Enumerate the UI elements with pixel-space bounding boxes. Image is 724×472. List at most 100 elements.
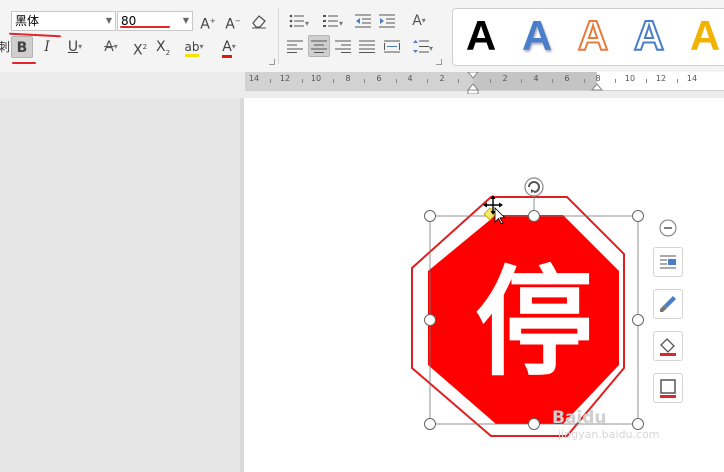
shape-outline-button[interactable] xyxy=(653,373,683,403)
grow-font-icon: A xyxy=(200,16,210,33)
chevron-down-icon[interactable]: ▼ xyxy=(106,12,112,30)
highlight-button[interactable]: ab▾ xyxy=(178,36,210,58)
line-spacing-icon xyxy=(412,40,429,53)
collapse-icon[interactable] xyxy=(658,218,678,238)
resize-handle-ne[interactable] xyxy=(632,210,644,222)
style-brush-button[interactable] xyxy=(653,289,683,319)
font-color-label: A xyxy=(222,39,232,58)
side-label: 刺 xyxy=(0,40,11,54)
font-size-select[interactable]: 80 ▼ xyxy=(117,11,193,31)
style-brush-icon xyxy=(660,296,676,312)
style-blue[interactable]: A xyxy=(515,12,559,60)
font-color-button[interactable]: A▾ xyxy=(214,36,244,58)
indent-marker-icon[interactable] xyxy=(467,72,479,94)
numbered-list-button[interactable]: ▾ xyxy=(318,10,348,32)
ruler-tick xyxy=(427,79,428,83)
ruler-tick xyxy=(333,79,334,83)
font-dialog-launcher[interactable] xyxy=(269,59,275,65)
italic-label: I xyxy=(44,39,50,55)
bold-button[interactable]: B xyxy=(11,36,33,58)
resize-handle-nw[interactable] xyxy=(424,210,436,222)
ruler-tick xyxy=(615,79,616,83)
font-name-value: 黑体 xyxy=(15,14,40,28)
ruler-number: 8 xyxy=(345,74,351,83)
wrap-text-button[interactable] xyxy=(653,247,683,277)
ribbon-toolbar: 黑体 ▼ 80 ▼ A+ A− 刺 B I U▾ A▾ X2 X2 ab▾ A▾ xyxy=(0,0,724,73)
decrease-indent-button[interactable] xyxy=(352,10,374,32)
resize-handle-s[interactable] xyxy=(528,418,540,430)
ruler-tick xyxy=(396,79,397,83)
resize-handle-n[interactable] xyxy=(528,210,540,222)
stop-sign-shape[interactable]: 停 xyxy=(400,172,656,446)
wrap-text-icon xyxy=(660,255,676,269)
rotate-handle-icon[interactable] xyxy=(524,177,544,197)
clear-format-button[interactable] xyxy=(248,10,270,32)
shrink-font-button[interactable]: A− xyxy=(222,10,244,33)
resize-handle-e[interactable] xyxy=(632,314,644,326)
chevron-down-icon[interactable]: ▼ xyxy=(183,12,189,30)
line-spacing-button[interactable]: ▾ xyxy=(408,35,438,57)
grow-font-button[interactable]: A+ xyxy=(197,10,219,33)
shape-fill-icon xyxy=(660,338,676,356)
ruler-tick xyxy=(521,79,522,83)
distribute-button[interactable] xyxy=(381,35,403,57)
ruler-number: 4 xyxy=(407,74,413,83)
ruler-number: 12 xyxy=(655,74,667,83)
style-blue-outline[interactable]: A xyxy=(627,11,671,60)
ruler-tick xyxy=(552,79,553,83)
annotation-underline xyxy=(120,26,170,28)
align-right-button[interactable] xyxy=(332,35,354,57)
ruler-number: 2 xyxy=(439,74,445,83)
ruler-number: 6 xyxy=(564,74,570,83)
font-name-select[interactable]: 黑体 ▼ xyxy=(11,11,116,31)
underline-label: U xyxy=(67,39,79,55)
align-center-icon xyxy=(311,40,327,53)
strikethrough-label: A xyxy=(104,39,114,55)
decrease-indent-icon xyxy=(355,14,371,28)
italic-button[interactable]: I xyxy=(36,36,58,58)
text-direction-button[interactable]: A▾ xyxy=(403,10,435,32)
superscript-label: X xyxy=(132,42,143,59)
bullet-list-icon xyxy=(289,14,304,28)
right-indent-marker-icon[interactable] xyxy=(591,82,603,91)
ruler-number: 14 xyxy=(686,74,698,83)
style-orange-outline[interactable]: A xyxy=(571,11,615,60)
shape-fill-button[interactable] xyxy=(653,331,683,361)
annotation-bold-underline xyxy=(12,62,36,64)
ruler-tick xyxy=(646,79,647,83)
justify-button[interactable] xyxy=(356,35,378,57)
ruler-tick xyxy=(364,79,365,83)
clear-format-icon xyxy=(252,15,266,29)
ribbon-divider xyxy=(278,8,279,64)
ruler-number: 2 xyxy=(502,74,508,83)
horizontal-ruler[interactable]: 14 12 10 8 6 4 2 2 4 6 8 10 12 14 xyxy=(245,72,724,94)
increase-indent-button[interactable] xyxy=(376,10,398,32)
align-center-button[interactable] xyxy=(308,35,330,57)
justify-icon xyxy=(359,40,375,53)
increase-indent-icon xyxy=(379,14,395,28)
text-direction-icon: A xyxy=(412,13,422,29)
subscript-label: X xyxy=(155,39,166,55)
ruler-number: 10 xyxy=(624,74,636,83)
style-gold[interactable]: A xyxy=(683,12,724,60)
align-left-button[interactable] xyxy=(284,35,306,57)
resize-handle-sw[interactable] xyxy=(424,418,436,430)
superscript-button[interactable]: X2 xyxy=(129,36,151,59)
underline-button[interactable]: U▾ xyxy=(60,36,90,58)
highlight-label: ab xyxy=(184,40,200,57)
bullet-list-button[interactable]: ▾ xyxy=(284,10,314,32)
ruler-tick xyxy=(458,79,459,83)
ruler-tick xyxy=(490,79,491,83)
ruler-number: 12 xyxy=(279,74,291,83)
text-style-gallery: A A A A A xyxy=(452,8,724,66)
resize-handle-w[interactable] xyxy=(424,314,436,326)
shape-text: 停 xyxy=(475,254,593,392)
ruler-number: 6 xyxy=(376,74,382,83)
ruler-tick xyxy=(270,79,271,83)
style-black[interactable]: A xyxy=(459,12,503,60)
paragraph-dialog-launcher[interactable] xyxy=(436,59,442,65)
subscript-button[interactable]: X2 xyxy=(152,36,174,58)
shrink-font-icon: A xyxy=(225,16,235,33)
ruler-tick xyxy=(302,79,303,83)
strikethrough-button[interactable]: A▾ xyxy=(96,36,126,58)
